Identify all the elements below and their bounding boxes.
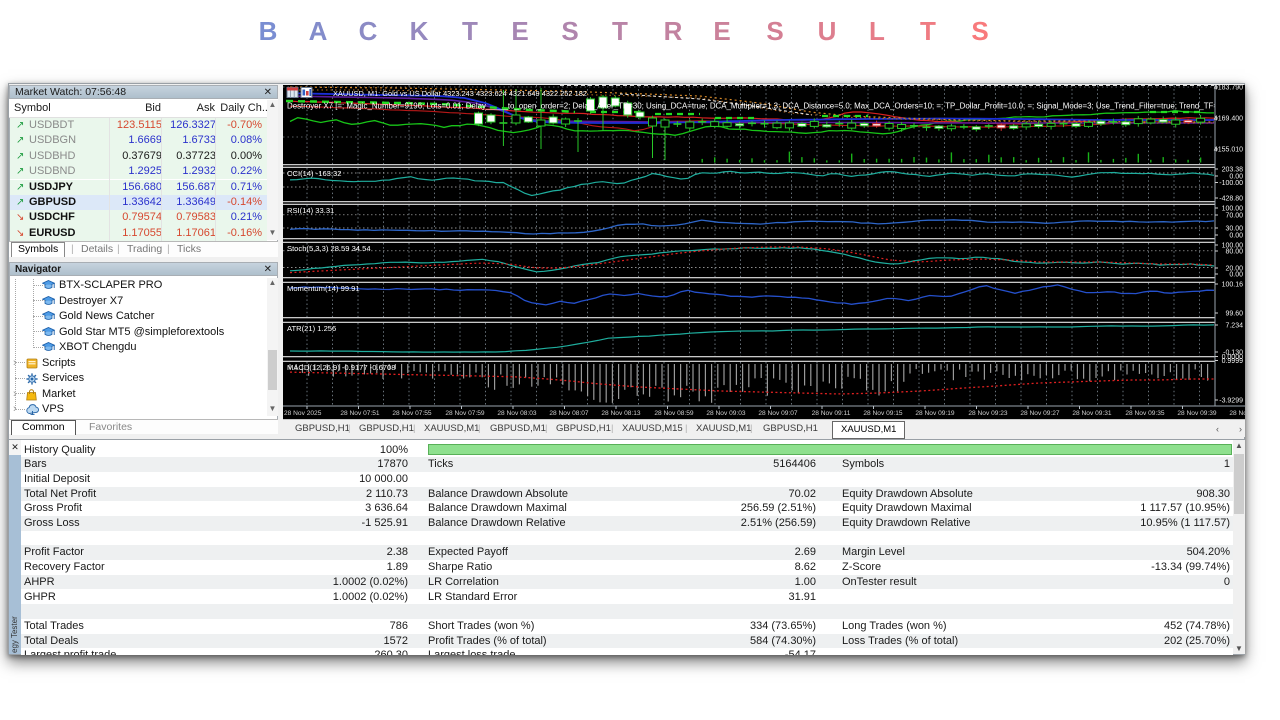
svg-text:28 Nov 09:11: 28 Nov 09:11: [812, 410, 851, 417]
svg-text:4155.010: 4155.010: [1214, 146, 1243, 153]
svg-text:28 Nov 08:03: 28 Nov 08:03: [497, 410, 537, 417]
svg-text:99.60: 99.60: [1225, 310, 1243, 317]
svg-text:28 Nov 08:07: 28 Nov 08:07: [549, 410, 589, 417]
svg-text:-100.00: -100.00: [1219, 180, 1243, 187]
svg-text:28 Nov 07:59: 28 Nov 07:59: [445, 410, 485, 417]
svg-text:4169.400: 4169.400: [1214, 115, 1243, 122]
svg-text:28 Nov 09:27: 28 Nov 09:27: [1020, 410, 1060, 417]
svg-text:28 Nov 09:31: 28 Nov 09:31: [1072, 410, 1112, 417]
svg-text:100.00: 100.00: [1222, 205, 1244, 212]
svg-text:7.234: 7.234: [1225, 322, 1243, 329]
svg-text:203.38: 203.38: [1222, 166, 1244, 173]
svg-text:0.00: 0.00: [1229, 232, 1243, 239]
svg-text:0.00: 0.00: [1229, 271, 1243, 278]
svg-text:28 Nov 08:59: 28 Nov 08:59: [654, 410, 694, 417]
svg-text:28 Nov 09:07: 28 Nov 09:07: [758, 410, 798, 417]
svg-text:-428.80: -428.80: [1219, 195, 1243, 202]
svg-text:28 Nov 09:15: 28 Nov 09:15: [863, 410, 903, 417]
svg-text:Destroyer X7 [=; Magic_Number=: Destroyer X7 [=; Magic_Number=9196; Lots…: [287, 102, 1245, 111]
svg-text:100.16: 100.16: [1222, 281, 1244, 288]
svg-text:Momentum(14) 99.91: Momentum(14) 99.91: [287, 284, 360, 293]
svg-text:4183.790: 4183.790: [1214, 85, 1243, 91]
svg-text:28 Nov 09:19: 28 Nov 09:19: [915, 410, 955, 417]
svg-text:-3.9299: -3.9299: [1219, 397, 1243, 404]
svg-text:CCI(14) -163.32: CCI(14) -163.32: [287, 169, 341, 178]
svg-text:0.9999: 0.9999: [1222, 358, 1244, 365]
svg-text:28 Nov 07:55: 28 Nov 07:55: [392, 410, 432, 417]
svg-text:80.00: 80.00: [1225, 248, 1243, 255]
svg-text:30.00: 30.00: [1225, 225, 1243, 232]
svg-text:28 Nov 09:23: 28 Nov 09:23: [968, 410, 1008, 417]
svg-text:RSI(14) 33.31: RSI(14) 33.31: [287, 206, 334, 215]
svg-text:28 Nov 09:35: 28 Nov 09:35: [1125, 410, 1165, 417]
svg-text:28 Nov 09:43: 28 Nov 09:43: [1229, 410, 1245, 417]
svg-text:28 Nov 09:39: 28 Nov 09:39: [1177, 410, 1217, 417]
svg-text:28 Nov 08:13: 28 Nov 08:13: [601, 410, 641, 417]
svg-text:ATR(21) 1.256: ATR(21) 1.256: [287, 324, 336, 333]
svg-text:28 Nov 07:51: 28 Nov 07:51: [340, 410, 380, 417]
svg-text:28 Nov 09:03: 28 Nov 09:03: [706, 410, 746, 417]
svg-text:70.00: 70.00: [1225, 212, 1243, 219]
svg-text:XAUUSD, M1: Gold vs US Dollar: XAUUSD, M1: Gold vs US Dollar 4323.243 4…: [333, 89, 587, 98]
svg-text:Stoch(5,3,3) 28.59 34.54: Stoch(5,3,3) 28.59 34.54: [287, 244, 371, 253]
svg-text:28 Nov 2025: 28 Nov 2025: [284, 410, 322, 417]
svg-text:MACD(12,26,9) -0.9177 -0.6708: MACD(12,26,9) -0.9177 -0.6708: [287, 363, 395, 372]
